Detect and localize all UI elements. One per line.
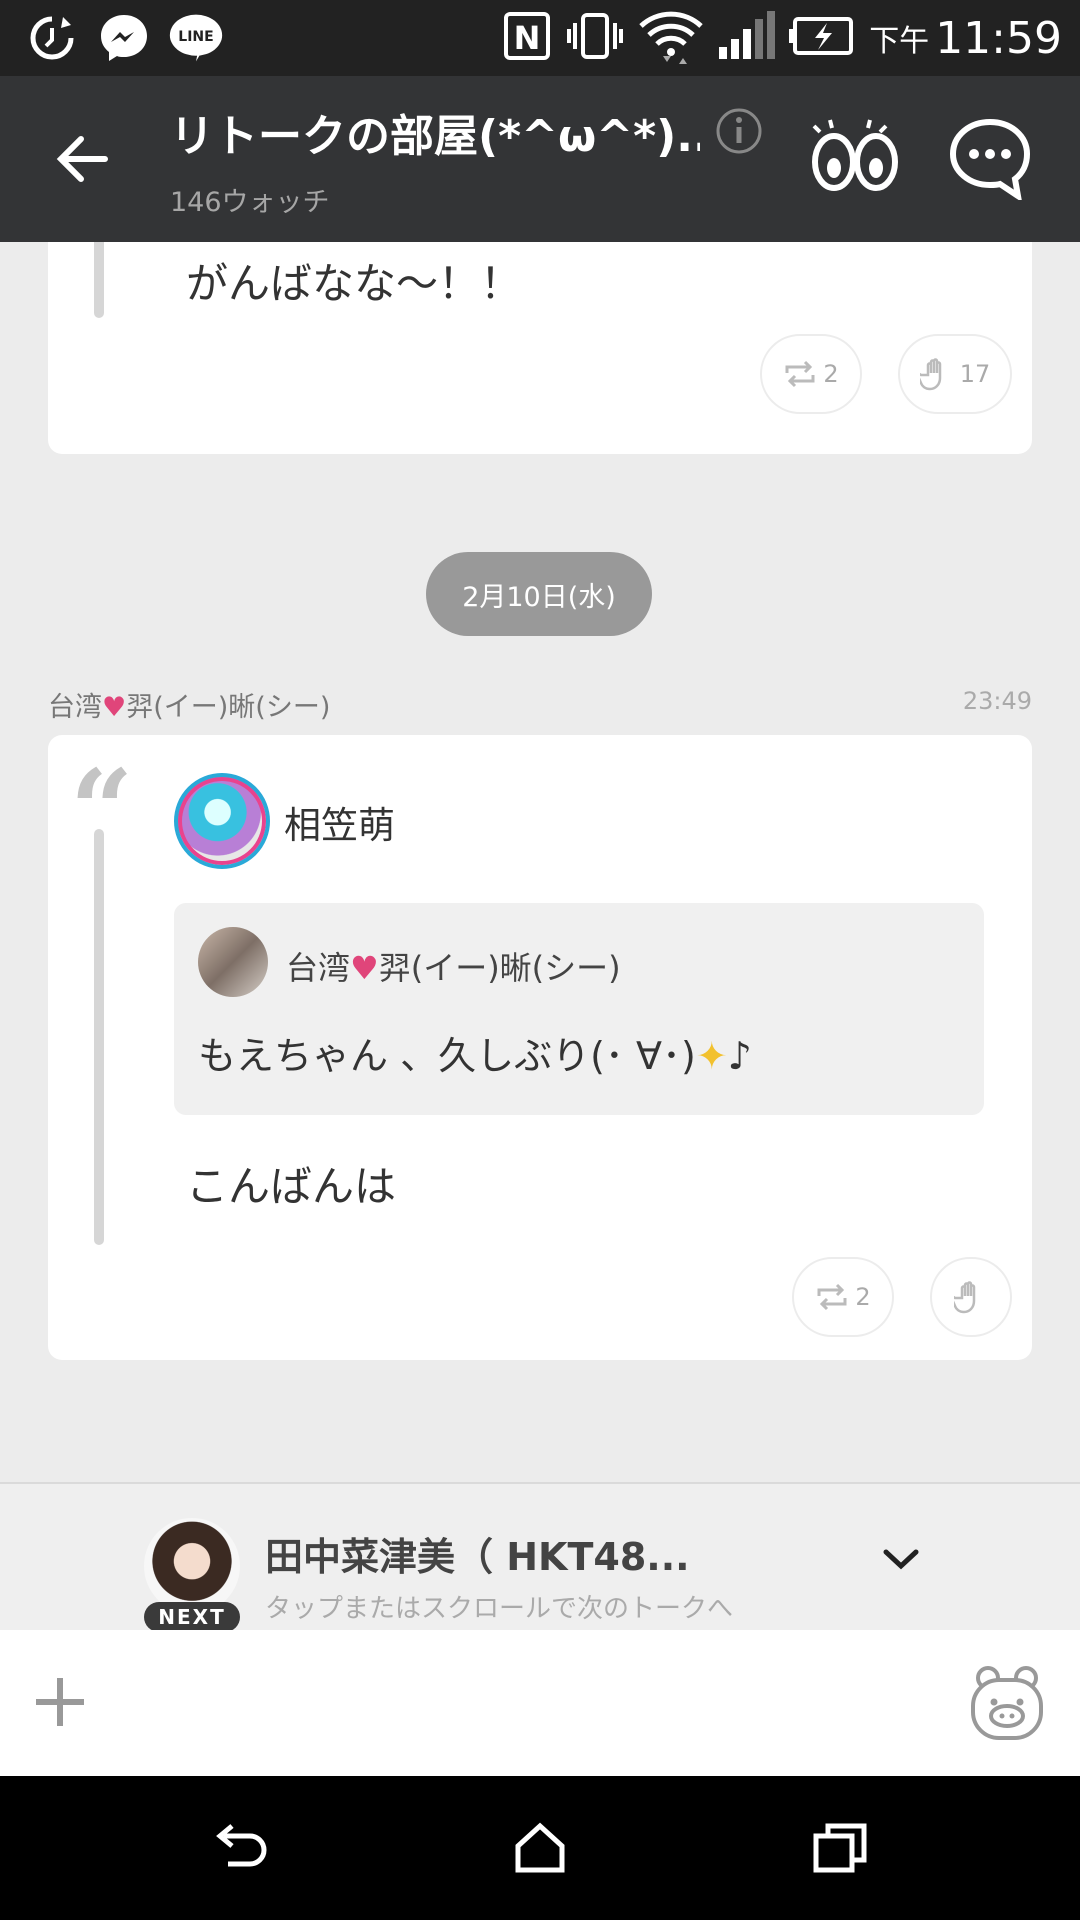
message-card: “ 相笠萌 台湾♥羿(イー)晰(シー) もえちゃん 、久しぶり(･ ∀･)✦♪ … (48, 735, 1032, 1360)
back-arrow-icon (56, 136, 108, 182)
back-button[interactable] (44, 121, 120, 197)
reply-text: もえちゃん 、久しぶり(･ ∀･)✦♪ (198, 1025, 752, 1080)
nfc-icon: N (503, 11, 551, 65)
clap-button[interactable] (930, 1257, 1012, 1337)
reply-author-name: 台湾♥羿(イー)晰(シー) (286, 943, 621, 989)
avatar (198, 927, 268, 997)
reply-text-suffix: ♪ (727, 1034, 752, 1078)
retalk-count: 2 (855, 1283, 871, 1311)
system-nav-bar (0, 1776, 1080, 1920)
talk-timeline[interactable]: がんばなな〜！！ 2 17 2月10日(水) 台湾♥羿(イー)晰(シー) 23:… (0, 242, 1080, 1482)
sender-name-suffix: 羿(イー)晰(シー) (126, 692, 331, 723)
clap-button[interactable]: 17 (898, 334, 1012, 414)
svg-text:N: N (514, 19, 541, 57)
battery-icon (789, 16, 855, 60)
message-text: がんばなな〜！！ (186, 259, 523, 308)
quote-bar (94, 242, 104, 318)
retalk-count: 2 (823, 360, 839, 388)
heart-icon: ♥ (350, 949, 379, 987)
clap-hand-icon (919, 358, 941, 391)
next-badge: NEXT (144, 1602, 240, 1632)
expand-button[interactable] (878, 1536, 924, 1582)
nav-home-button[interactable] (510, 1818, 570, 1878)
heart-icon: ♥ (102, 692, 127, 723)
sticker-button[interactable] (968, 1664, 1046, 1742)
date-divider: 2月10日(水) (426, 552, 652, 636)
wifi-icon (639, 8, 703, 68)
nav-recents-button[interactable] (810, 1818, 870, 1878)
quoted-reply[interactable]: 台湾♥羿(イー)晰(シー) もえちゃん 、久しぶり(･ ∀･)✦♪ (174, 903, 984, 1115)
recents-icon (813, 1823, 867, 1873)
reply-name-prefix: 台湾 (286, 949, 351, 987)
info-button[interactable] (714, 106, 764, 156)
sync-icon (24, 10, 80, 66)
clap-hand-icon (954, 1281, 976, 1314)
messenger-icon (96, 10, 152, 66)
retalk-button[interactable]: 2 (792, 1257, 894, 1337)
clap-count: 17 (959, 360, 991, 388)
watch-button[interactable] (810, 118, 900, 198)
next-talk-hint: タップまたはスクロールで次のトークへ (265, 1594, 734, 1624)
message-text: こんばんは (186, 1162, 397, 1211)
avatar (144, 1518, 240, 1614)
back-icon (216, 1824, 267, 1867)
retalk-button[interactable]: 2 (760, 334, 862, 414)
line-icon: LINE (168, 10, 224, 66)
nav-back-button[interactable] (210, 1818, 270, 1878)
vibrate-icon (565, 11, 625, 65)
app-header: リトークの部屋(*^ω^*)... 146ウォッチ (0, 76, 1080, 242)
sender-name-prefix: 台湾 (48, 692, 102, 723)
talk-menu-button[interactable] (948, 116, 1032, 203)
next-talk-title: 田中菜津美（ HKT48... (265, 1535, 690, 1579)
sender-name[interactable]: 台湾♥羿(イー)晰(シー) (48, 685, 330, 724)
quote-bar (94, 829, 104, 1245)
input-bar (0, 1630, 1080, 1776)
plus-icon (36, 1678, 84, 1726)
status-time: 11:59 (935, 12, 1062, 64)
signal-icon (717, 11, 776, 65)
retalk-icon (785, 360, 815, 388)
svg-text:LINE: LINE (178, 29, 213, 45)
next-talk-bar[interactable]: NEXT 田中菜津美（ HKT48... タップまたはスクロールで次のトークへ (0, 1482, 1080, 1632)
status-bar: LINE N 下午 11:59 (0, 0, 1080, 76)
watch-count: 146ウォッチ (170, 187, 330, 218)
info-icon (716, 108, 762, 154)
status-ampm: 下午 (869, 24, 930, 59)
home-icon (515, 1822, 565, 1873)
retalk-icon (817, 1283, 847, 1311)
eyes-icon (812, 119, 898, 191)
message-card: がんばなな〜！！ 2 17 (48, 242, 1032, 454)
sparkle-icon: ✦ (695, 1034, 728, 1078)
page-title: リトークの部屋(*^ω^*)... (170, 111, 700, 162)
chevron-down-icon (883, 1549, 919, 1570)
reply-text-body: もえちゃん 、久しぶり(･ ∀･) (198, 1034, 696, 1078)
avatar[interactable] (174, 773, 270, 869)
author-name[interactable]: 相笠萌 (284, 795, 395, 849)
add-button[interactable] (30, 1672, 90, 1732)
timestamp: 23:49 (962, 687, 1032, 715)
chat-bubble-icon (949, 118, 1031, 203)
reply-name-suffix: 羿(イー)晰(シー) (378, 949, 621, 987)
bear-face-icon (971, 1666, 1043, 1740)
